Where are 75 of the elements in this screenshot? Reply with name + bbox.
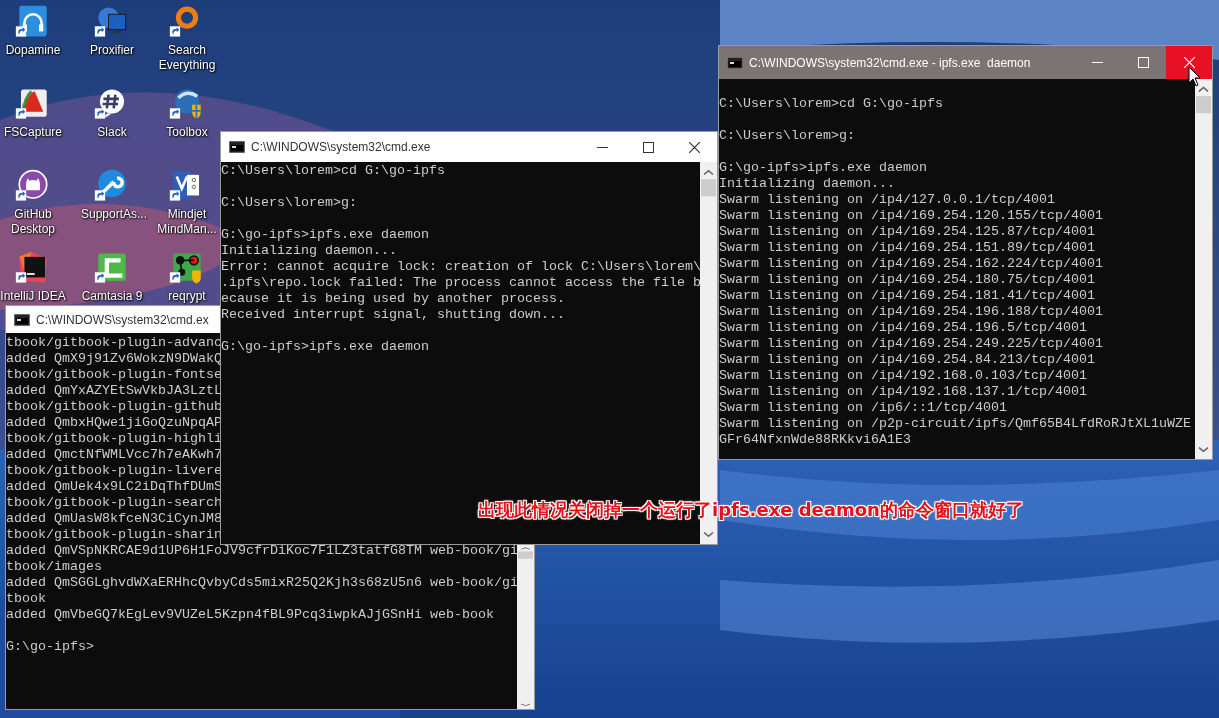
console-line: Swarm listening on /ip6/::1/tcp/4001: [719, 400, 1007, 416]
console-line: tbook/gitbook-plugin-fontse: [6, 367, 222, 383]
desktop-icon-label[interactable]: Search Everything: [156, 43, 218, 73]
console-line: Swarm listening on /ip4/169.254.125.87/tcp/4001: [719, 224, 1095, 240]
desktop-icon-label[interactable]: reqrypt: [168, 289, 206, 304]
console-line: Swarm listening on /p2p-circuit/ipfs/Qmf65B4LfdRoRJtXL1uWZE: [719, 416, 1191, 432]
minimize-icon: [1091, 62, 1103, 63]
scrollbar[interactable]: [1195, 79, 1212, 459]
console-line: added QmVbeGQ7kEgLev9VUZeL5Kzpn4fBL9Pcq3iwpkAJjGSnHi web-book: [6, 607, 494, 623]
cursor-icon: [1188, 66, 1202, 88]
console-line: C:\Users\lorem>g:: [719, 128, 855, 144]
console-line: Swarm listening on /ip4/169.254.84.213/tcp/4001: [719, 352, 1095, 368]
maximize-icon: [642, 141, 654, 153]
console-line: Swarm listening on /ip4/169.254.249.225/tcp/4001: [719, 336, 1103, 352]
desktop-icon-label[interactable]: IntelliJ IDEA: [0, 289, 66, 304]
console-icon: [727, 56, 743, 69]
console-line: C:\Users\lorem>cd G:\go-ipfs: [719, 96, 943, 112]
console-line: added QmYxAZYEtSwVkbJA3LztL: [6, 383, 222, 399]
console-line: G:\go-ipfs>ipfs.exe daemon: [221, 227, 429, 243]
console-line: ecause it is being used by another process.: [221, 291, 565, 307]
console-line: Error: cannot acquire lock: creation of lock C:\Users\lorem\: [221, 259, 700, 275]
console-line: Swarm listening on /ip4/127.0.0.1/tcp/4001: [719, 192, 1055, 208]
window-title: C:\WINDOWS\system32\cmd.ex: [36, 312, 209, 327]
console-line: C:\Users\lorem>g:: [221, 195, 357, 211]
close-icon: [1183, 57, 1195, 68]
desktop-icon-label[interactable]: Toolbox: [166, 125, 208, 140]
minimize-icon: [596, 146, 608, 148]
desktop-icon-label[interactable]: Camtasia 9: [81, 289, 143, 304]
window-title: C:\WINDOWS\system32\cmd.exe - ipfs.exe daemon: [749, 55, 1031, 70]
console-line: added QmUek4x9LC2iDqThfDUmS: [6, 479, 222, 495]
console-line: G:\go-ipfs>ipfs.exe daemon: [719, 160, 927, 176]
close-button[interactable]: [1166, 46, 1212, 79]
console-line: GFr64NfxnWde88RKkvi6A1E3: [719, 432, 911, 448]
desktop-icon-label[interactable]: FSCapture: [4, 125, 62, 140]
console-icon: [229, 141, 245, 153]
console-line: added QmVSpNKRCAE9d1UP6H1FoJV9cfrDiKoc7F1LZ3tatfG8TM web-book/gi: [6, 543, 517, 559]
console-line: tbook/gitbook-plugin-livere: [6, 463, 222, 479]
console-line: Swarm listening on /ip4/169.254.151.89/tcp/4001: [719, 240, 1095, 256]
console-line: tbook/gitbook-plugin-github: [6, 399, 222, 415]
console-icon: [14, 313, 30, 326]
console-line: tbook/images: [6, 559, 102, 575]
console-line: G:\go-ipfs>: [6, 639, 94, 655]
console-line: Initializing daemon...: [719, 176, 895, 192]
console-line: Swarm listening on /ip4/169.254.120.155/tcp/4001: [719, 208, 1103, 224]
console-line: Swarm listening on /ip4/192.168.137.1/tcp/4001: [719, 384, 1087, 400]
console-line: added QmbxHQwe1jiGoQzuNpqAP: [6, 415, 222, 431]
console-line: added QmctNfWMLVcc7h7eAKwh7: [6, 447, 222, 463]
close-icon: [688, 141, 700, 153]
console-line: C:\Users\lorem>cd G:\go-ipfs: [221, 163, 445, 179]
desktop-icon-label[interactable]: GitHub Desktop: [0, 207, 71, 237]
console-line: tbook/gitbook-plugin-highli: [6, 431, 222, 447]
maximize-icon: [1137, 57, 1149, 68]
console-line: tbook/gitbook-plugin-advanc: [6, 335, 222, 350]
console-line: tbook/gitbook-plugin-search: [6, 495, 222, 511]
console-line: tbook/gitbook-plugin-sharin: [6, 527, 222, 543]
desktop-icon-label[interactable]: Mindjet MindMan...: [156, 207, 218, 237]
console-line: added QmUasW8kfceN3CiCynJM8: [6, 511, 222, 527]
window-title: C:\WINDOWS\system32\cmd.exe: [251, 140, 431, 154]
console-line: Swarm listening on /ip4/169.254.162.224/tcp/4001: [719, 256, 1103, 272]
console-line: .ipfs\repo.lock failed: The process cannot access the file b: [221, 275, 700, 291]
console-line: tbook: [6, 591, 46, 607]
desktop-icon-label[interactable]: Slack: [97, 125, 127, 140]
console-line: Initializing daemon...: [221, 243, 397, 259]
console-line: Received interrupt signal, shutting down...: [221, 307, 565, 323]
console-line: added QmX9j91Zv6WokzN9DWakQ: [6, 351, 222, 367]
console-line: added QmSGGLghvdWXaERHhcQvbyCds5mixR25Q2Kjh3s68zU5n6 web-book/gi: [6, 575, 517, 591]
console-line: Swarm listening on /ip4/169.254.196.5/tcp/4001: [719, 320, 1087, 336]
console-line: G:\go-ipfs>ipfs.exe daemon: [221, 339, 429, 355]
console-line: Swarm listening on /ip4/169.254.181.41/tcp/4001: [719, 288, 1095, 304]
console-line: Swarm listening on /ip4/192.168.0.103/tcp/4001: [719, 368, 1087, 384]
desktop-icon-label[interactable]: Dopamine: [5, 43, 61, 58]
console-line: Swarm listening on /ip4/169.254.180.75/tcp/4001: [719, 272, 1095, 288]
scrollbar[interactable]: [517, 544, 534, 709]
console-line: Swarm listening on /ip4/169.254.196.188/tcp/4001: [719, 304, 1103, 320]
desktop-icon-label[interactable]: Proxifier: [90, 43, 134, 58]
